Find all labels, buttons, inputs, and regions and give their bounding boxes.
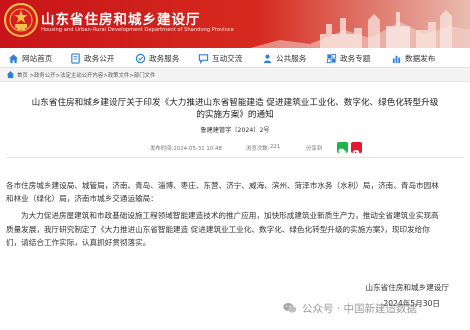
- weibo-share-icon[interactable]: [351, 142, 362, 155]
- wechat-logo-icon: [283, 303, 297, 313]
- content-divider: [6, 157, 464, 158]
- nav-label: 政务专题: [340, 53, 371, 63]
- chart-icon: [392, 55, 401, 63]
- signature-org: 山东省住房和城乡建设厅: [365, 283, 449, 292]
- site-subtitle: Housing and Urban-Rural Development Depa…: [41, 27, 234, 33]
- nav-label: 网站首页: [22, 53, 53, 63]
- addressees-line1: 各市住房城乡建设局、城管局，济南、青岛、淄博、枣庄、东营、济宁、威海、滨州、菏泽…: [6, 181, 439, 190]
- breadcrumb-trail[interactable]: 首页 >政务公开>法定主动公开内容>政策文件>部门文件: [17, 71, 155, 79]
- page: 山东省住房和城乡建设厅 Housing and Urban-Rural Deve…: [0, 0, 470, 330]
- views-label: 浏览次数:: [246, 146, 270, 152]
- watermark-text: 公众号 · 中国新建造数据: [302, 303, 418, 315]
- nav-label: 政务公开: [84, 53, 115, 63]
- breadcrumb-home-icon[interactable]: [6, 70, 15, 79]
- nav-label: 互动交流: [212, 53, 243, 63]
- document-number: 鲁建建管字〔2024〕2号: [200, 127, 270, 134]
- site-title: 山东省住房和城乡建设厅: [41, 12, 201, 28]
- breadcrumb: 首页 >政务公开>法定主动公开内容>政策文件>部门文件: [0, 68, 470, 82]
- views-count: 221: [270, 144, 281, 150]
- share-buttons: [337, 142, 363, 155]
- topic-icon: [326, 53, 337, 63]
- nav-label: 公共服务: [276, 53, 307, 63]
- body-para-line1: 为大力促进房屋建筑和市政基础设施工程领域智能建造技术的推广应用，加快形成建筑业新…: [21, 211, 439, 220]
- service-icon: [135, 53, 146, 63]
- main-nav: 网站首页 政务公开 政务服务 互动交流 公共服务 政务专题 数据发布: [0, 48, 470, 68]
- wechat-watermark: 公众号 · 中国新建造数据: [282, 297, 468, 319]
- document-icon: [71, 52, 80, 64]
- nav-item-public-services[interactable]: 公共服务: [262, 51, 306, 65]
- nav-item-topics[interactable]: 政务专题: [326, 51, 370, 65]
- nav-item-gov-services[interactable]: 政务服务: [135, 51, 179, 65]
- wechat-share-icon[interactable]: [337, 142, 348, 155]
- nav-item-gov-affairs[interactable]: 政务公开: [70, 51, 114, 65]
- national-emblem-icon: [4, 3, 38, 37]
- body-para-line3: 们，请结合工作实际，认真抓好贯彻落实。: [6, 238, 151, 247]
- article-title-line1: 山东省住房和城乡建设厅关于印发《大力推进山东省智能建造 促进建筑业工业化、数字化…: [31, 98, 439, 108]
- article-title-line2: 的实施方案》的通知: [196, 110, 274, 120]
- people-icon: [263, 54, 272, 63]
- nav-item-interaction[interactable]: 互动交流: [198, 51, 242, 65]
- share-label: 分享到: [306, 146, 323, 152]
- addressees-line2: 和林业（绿化）局，济南市城乡交通运输局：: [6, 194, 158, 203]
- site-header: 山东省住房和城乡建设厅 Housing and Urban-Rural Deve…: [0, 0, 470, 48]
- body-para-line2: 质量发展，我厅研究制定了《大力推进山东省智能建造 促进建筑业工业化、数字化、绿色…: [6, 225, 430, 234]
- nav-item-home[interactable]: 网站首页: [8, 51, 52, 65]
- city-skyline-graphic: [250, 10, 470, 48]
- nav-label: 数据发布: [405, 53, 436, 63]
- nav-label: 政务服务: [149, 53, 180, 63]
- nav-item-data-release[interactable]: 数据发布: [391, 51, 435, 65]
- chat-icon: [198, 53, 209, 64]
- publish-time: 发布时间:2024-05-31 10:48: [150, 146, 222, 152]
- home-icon: [8, 53, 19, 63]
- article-meta: 发布时间:2024-05-31 10:48 浏览次数: 221 分享到: [0, 144, 470, 154]
